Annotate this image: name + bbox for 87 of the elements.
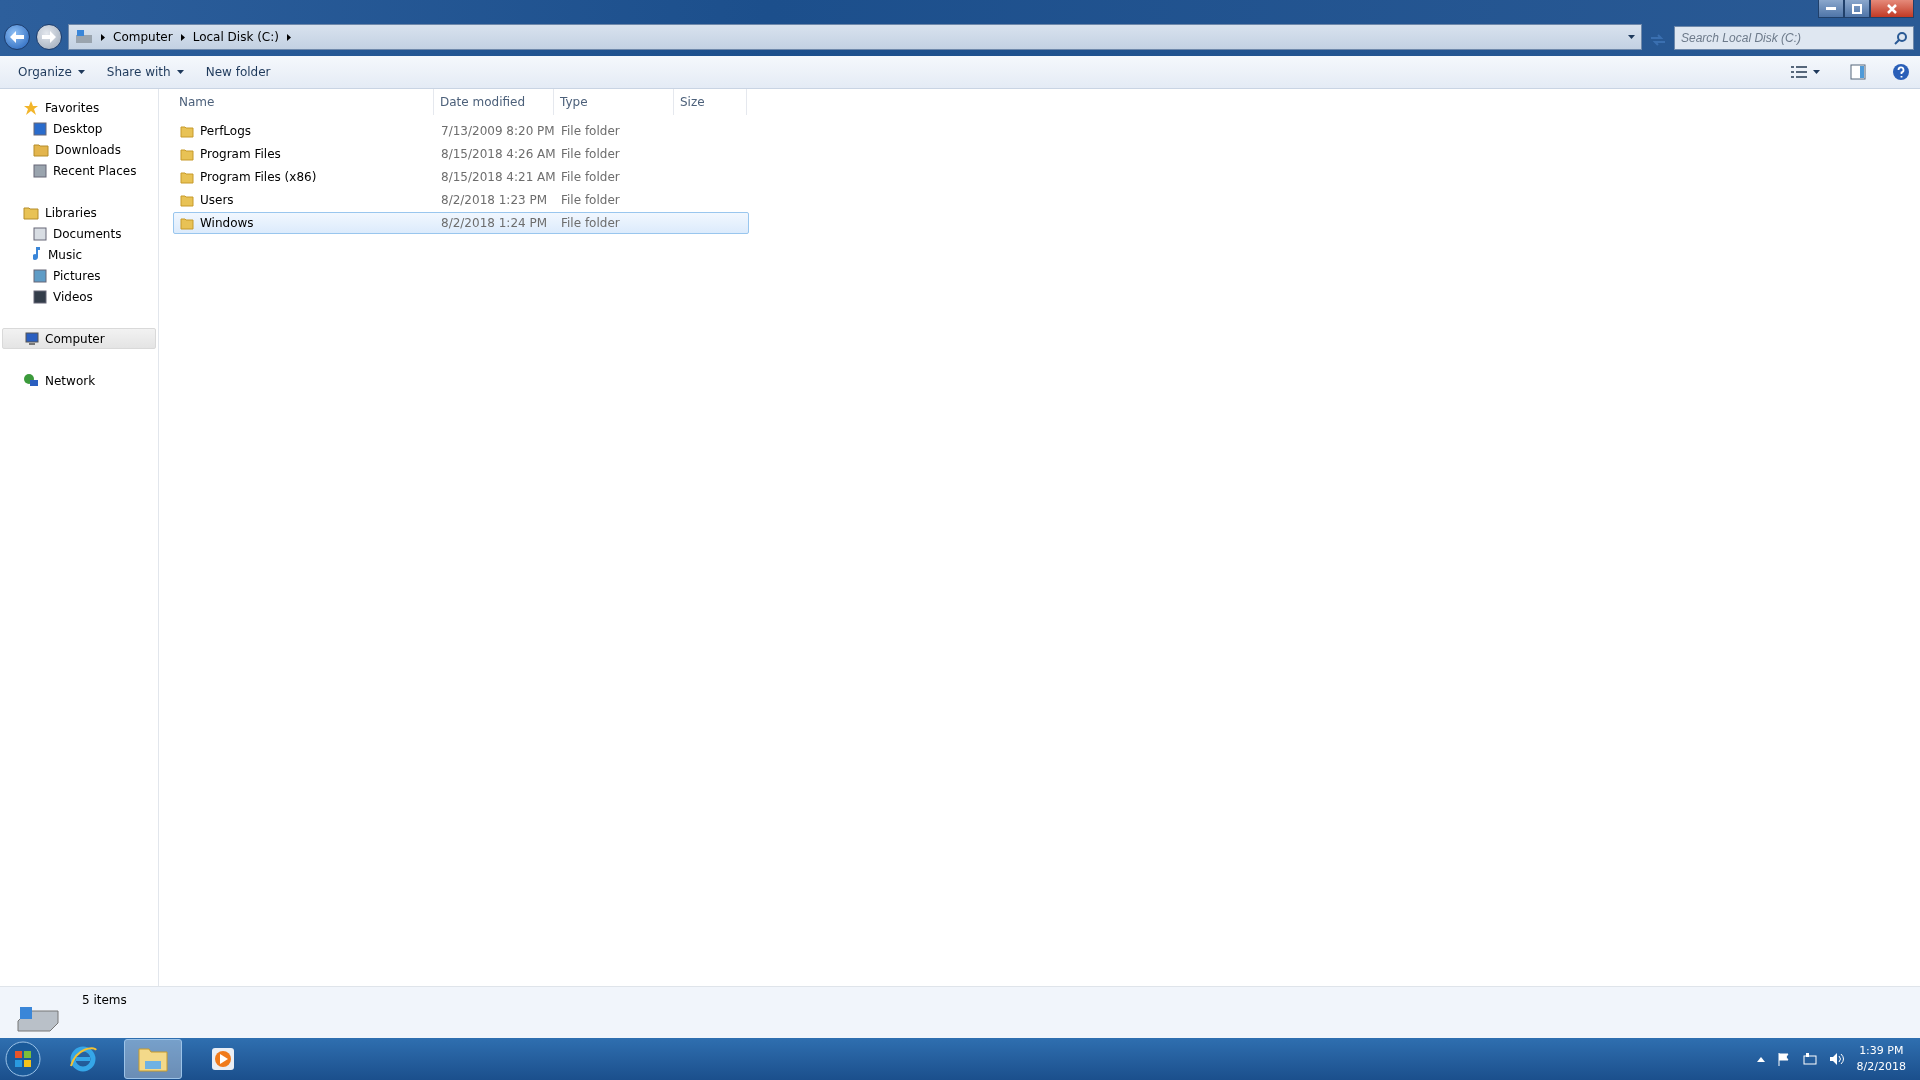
minimize-icon (1826, 6, 1836, 11)
column-header[interactable]: Name (173, 89, 434, 115)
start-orb-icon[interactable] (4, 1040, 42, 1078)
forward-arrow-icon (42, 31, 56, 43)
view-list-icon[interactable] (1791, 65, 1807, 79)
file-name: Program Files (200, 147, 281, 161)
restore-icon (1852, 3, 1862, 14)
back-button[interactable] (4, 24, 30, 50)
caret-icon (1628, 35, 1635, 39)
type-cell-text: File folder (560, 147, 621, 161)
file-row[interactable]: Program Files 8/15/2018 4:26 AM File folder (173, 143, 749, 165)
item-count: 5 items (82, 993, 127, 1007)
folder-icon (180, 170, 194, 184)
caret-icon (1813, 70, 1820, 74)
file-row[interactable]: Users 8/2/2018 1:23 PM File folder (173, 189, 749, 211)
music-note-icon (33, 247, 42, 262)
folder-icon (180, 147, 194, 161)
file-name: Windows (200, 216, 254, 230)
forward-button[interactable] (36, 24, 62, 50)
file-name: PerfLogs (200, 124, 252, 138)
globe-monitor-icon (23, 372, 39, 389)
play-icon (211, 1047, 235, 1071)
sidebar-item[interactable]: Music (2, 244, 156, 265)
column-header[interactable]: Date modified (434, 89, 554, 115)
speaker-icon[interactable] (1828, 1052, 1845, 1066)
date-cell-text: 8/2/2018 1:24 PM (440, 216, 549, 230)
chevron-icon (180, 33, 185, 41)
restore-button[interactable] (1844, 0, 1870, 18)
file-name: Program Files (x86) (200, 170, 317, 184)
sidebar-item[interactable]: Network (2, 370, 156, 391)
date-cell-text: 8/2/2018 1:23 PM (440, 193, 549, 207)
breadcrumb-link[interactable]: Computer (113, 30, 173, 44)
file-row[interactable]: Program Files (x86) 8/15/2018 4:21 AM File folder (173, 166, 749, 188)
breadcrumb-link[interactable]: Local Disk (C:) (192, 30, 279, 44)
caret-icon (176, 70, 184, 74)
sidebar-item[interactable]: Desktop (2, 118, 156, 139)
folder-icon (180, 193, 194, 207)
clock-time: 1:39 PM (1859, 1043, 1904, 1059)
command-button[interactable]: Share with (98, 61, 192, 83)
type-cell-text: File folder (560, 124, 621, 138)
monitor-icon (23, 330, 39, 347)
star-icon (23, 99, 39, 116)
search-field[interactable]: Search Local Disk (C:) (1674, 26, 1914, 50)
sidebar-item[interactable]: Videos (2, 286, 156, 307)
clock-date: 8/2/2018 (1856, 1059, 1906, 1075)
sidebar-item[interactable]: Pictures (2, 265, 156, 286)
type-cell-text: File folder (560, 216, 621, 230)
sidebar-item[interactable]: Downloads (2, 139, 156, 160)
caret-up-icon[interactable] (1756, 1056, 1765, 1062)
command-button[interactable]: New folder (197, 61, 279, 83)
sidebar-item[interactable]: Recent Places (2, 160, 156, 181)
date-cell-text: 8/15/2018 4:26 AM (440, 147, 555, 161)
address-bar[interactable]: Computer Local Disk (C:) (68, 24, 1642, 50)
sidebar-item[interactable]: Computer (2, 328, 156, 349)
close-icon (1887, 3, 1897, 14)
type-cell-text: File folder (560, 193, 621, 207)
file-row[interactable]: PerfLogs 7/13/2009 8:20 PM File folder (173, 120, 749, 142)
minimize-button[interactable] (1818, 0, 1844, 18)
column-header[interactable]: Type (554, 89, 674, 115)
back-arrow-icon (10, 31, 24, 43)
date-cell-text: 8/15/2018 4:21 AM (440, 170, 555, 184)
date-cell-text: 7/13/2009 8:20 PM (440, 124, 555, 138)
folder-icon (33, 142, 49, 157)
file-row[interactable]: Windows 8/2/2018 1:24 PM File folder (173, 212, 749, 234)
e-logo-icon (68, 1044, 98, 1074)
chevron-icon (101, 33, 105, 41)
search-icon (1894, 31, 1908, 45)
network-icon[interactable] (1802, 1052, 1817, 1066)
drive-icon (75, 29, 93, 45)
help-icon[interactable] (1892, 63, 1910, 81)
flag-icon[interactable] (1776, 1052, 1791, 1066)
clock[interactable]: 1:39 PM 8/2/2018 (1856, 1043, 1906, 1075)
preview-pane-icon[interactable] (1850, 64, 1866, 80)
close-button[interactable] (1870, 0, 1914, 18)
column-header[interactable]: Size (674, 89, 747, 115)
sidebar-item[interactable]: Libraries (2, 202, 156, 223)
folder-icon (23, 205, 39, 220)
sidebar-item[interactable]: Favorites (2, 97, 156, 118)
folder-icon (180, 124, 194, 138)
caret-icon (77, 70, 85, 74)
command-button[interactable]: Organize (10, 61, 93, 83)
file-name: Users (200, 193, 234, 207)
type-cell-text: File folder (560, 170, 621, 184)
folder-icon (137, 1045, 169, 1073)
chevron-icon (286, 33, 291, 41)
folder-icon (180, 216, 194, 230)
sidebar-item[interactable]: Documents (2, 223, 156, 244)
